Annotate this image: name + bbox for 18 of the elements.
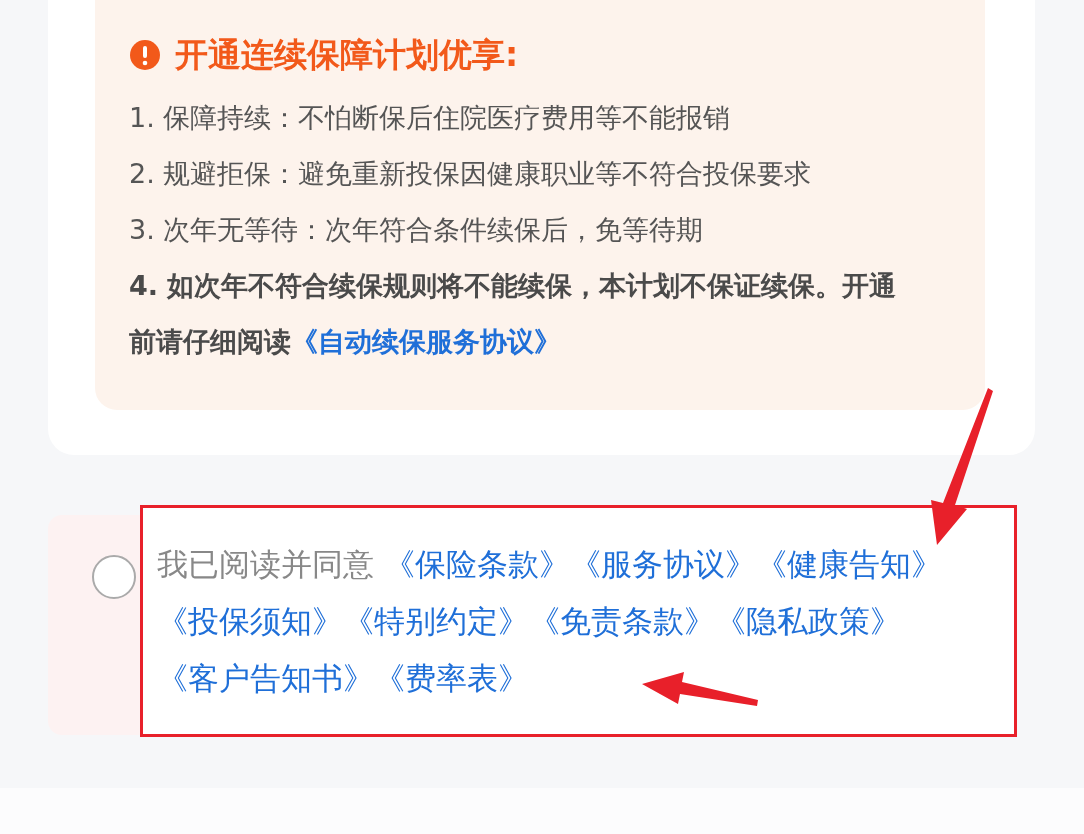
agreement-link[interactable]: 《自动续保服务协议》 [291,326,561,357]
benefit-item: 4. 如次年不符合续保规则将不能续保，本计划不保证续保。开通前请仔细阅读《自动续保服务协议》 [129,269,898,359]
document-link[interactable]: 《费率表》 [374,660,529,696]
notice-title: 开通连续保障计划优享: [175,34,519,76]
document-link[interactable]: 《投保须知》 [157,603,343,639]
benefit-item: 3. 次年无等待：次年符合条件续保后，免等待期 [129,213,705,247]
agree-radio[interactable] [92,555,136,599]
document-link[interactable]: 《隐私政策》 [715,603,901,639]
document-link[interactable]: 《特别约定》 [343,603,529,639]
document-link[interactable]: 《客户告知书》 [157,660,374,696]
benefit-item: 1. 保障持续：不怕断保后住院医疗费用等不能报销 [129,101,732,135]
benefit-item: 2. 规避拒保：避免重新投保因健康职业等不符合投保要求 [129,157,813,191]
document-link[interactable]: 《免责条款》 [529,603,715,639]
exclamation-icon [129,39,161,71]
document-link[interactable]: 《健康告知》 [755,546,942,582]
agree-text: 我已阅读并同意 [157,546,375,582]
document-link[interactable]: 《保险条款》 [383,546,570,582]
document-link[interactable]: 《服务协议》 [569,546,756,582]
